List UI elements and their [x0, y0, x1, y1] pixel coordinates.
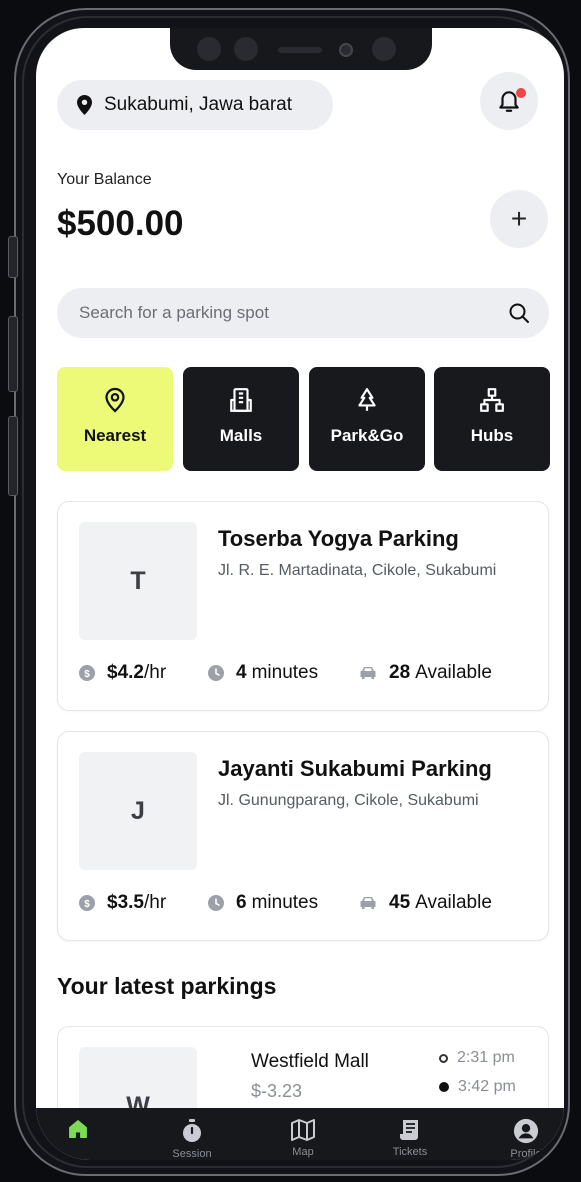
location-pin-icon [77, 95, 92, 115]
parking-spot-card[interactable]: T Toserba Yogya Parking Jl. R. E. Martad… [57, 501, 549, 711]
parking-amount: $-3.23 [251, 1081, 303, 1101]
start-time-value: 2:31 pm [457, 1049, 515, 1066]
parking-spot-card[interactable]: J Jayanti Sukabumi Parking Jl. Gunungpar… [57, 731, 549, 941]
user-icon [513, 1118, 539, 1144]
available-unit: Available [415, 892, 492, 913]
location-label: Sukabumi, Jawa barat [104, 94, 292, 115]
category-park-and-go[interactable]: Park&Go [309, 367, 425, 471]
end-time-value: 3:42 pm [458, 1078, 516, 1095]
category-label: Malls [219, 426, 263, 445]
nav-home[interactable] [46, 1108, 110, 1160]
notifications-button[interactable] [480, 72, 538, 130]
nav-tickets[interactable]: Tickets [378, 1108, 442, 1160]
spot-address: Jl. Gunungparang, Cikole, Sukabumi [218, 792, 479, 809]
search-input[interactable] [77, 302, 507, 324]
spot-thumbnail: T [79, 522, 197, 640]
home-icon [69, 1120, 87, 1138]
notch-speaker [278, 47, 322, 53]
side-button-volume-down [8, 416, 18, 496]
nav-label: Profile [510, 1148, 542, 1160]
nav-profile[interactable]: Profile [494, 1108, 558, 1160]
clock-icon [208, 895, 224, 911]
nav-session[interactable]: Session [160, 1108, 224, 1160]
balance-label: Your Balance [57, 171, 152, 188]
side-button-volume-up [8, 316, 18, 392]
nav-label: Map [292, 1146, 314, 1158]
price-value: $3.5 [107, 892, 144, 913]
category-label: Park&Go [330, 426, 404, 445]
stopwatch-icon [183, 1119, 201, 1142]
nav-label: Tickets [392, 1146, 428, 1158]
svg-text:$: $ [84, 899, 90, 910]
category-label: Hubs [470, 426, 514, 445]
search-bar [57, 288, 549, 338]
receipt-icon [400, 1120, 418, 1140]
balance-amount: $500.00 [57, 204, 184, 243]
spot-thumbnail: J [79, 752, 197, 870]
coin-icon: $ [79, 895, 95, 911]
spot-name: Toserba Yogya Parking [218, 526, 459, 551]
location-pin-icon [105, 387, 125, 413]
notch-sensor [197, 37, 221, 61]
spot-price: $ $3.5/hr [79, 892, 166, 914]
car-icon [360, 897, 376, 909]
app-screen: Sukabumi, Jawa barat Your Balance $500.0… [36, 28, 564, 1160]
spot-price: $ $4.2/hr [79, 662, 166, 684]
dynamic-notch [170, 28, 432, 70]
category-hubs[interactable]: Hubs [434, 367, 550, 471]
spot-availability: 28 Available [359, 662, 492, 684]
start-dot-icon [439, 1053, 448, 1063]
spot-travel-time: 6 minutes [208, 892, 318, 914]
search-icon[interactable] [507, 301, 531, 325]
side-button-mute [8, 236, 18, 278]
category-label: Nearest [83, 426, 147, 445]
category-nearest[interactable]: Nearest [57, 367, 173, 471]
spot-address: Jl. R. E. Martadinata, Cikole, Sukabumi [218, 562, 497, 579]
notch-sensor [234, 37, 258, 61]
parking-name: Westfield Mall [251, 1051, 369, 1072]
start-time: 2:31 pm [439, 1049, 515, 1067]
end-time: 3:42 pm [439, 1078, 516, 1096]
svg-text:$: $ [84, 669, 90, 680]
network-icon [480, 388, 504, 412]
available-value: 28 [389, 662, 411, 683]
notification-badge [516, 88, 526, 98]
price-unit: /hr [143, 662, 167, 683]
car-icon [360, 667, 376, 679]
location-selector[interactable]: Sukabumi, Jawa barat [57, 80, 333, 130]
spot-availability: 45 Available [359, 892, 492, 914]
plus-icon: + [510, 203, 528, 234]
coin-icon: $ [79, 665, 95, 681]
notch-camera [339, 43, 353, 57]
tree-icon [358, 388, 376, 411]
price-value: $4.2 [107, 662, 144, 683]
nav-label: Session [172, 1148, 212, 1160]
bottom-navigation: Session Map Tickets Profile [36, 1108, 564, 1160]
time-unit: minutes [251, 662, 319, 683]
category-malls[interactable]: Malls [183, 367, 299, 471]
price-unit: /hr [143, 892, 167, 913]
time-value: 6 [236, 892, 247, 913]
nav-map[interactable]: Map [271, 1108, 335, 1160]
time-unit: minutes [251, 892, 319, 913]
map-icon [291, 1119, 315, 1141]
end-dot-icon [439, 1082, 449, 1092]
time-value: 4 [236, 662, 247, 683]
available-value: 45 [389, 892, 411, 913]
clock-icon [208, 665, 224, 681]
available-unit: Available [415, 662, 492, 683]
latest-parkings-title: Your latest parkings [57, 973, 277, 999]
building-icon [230, 388, 252, 412]
spot-travel-time: 4 minutes [208, 662, 318, 684]
spot-name: Jayanti Sukabumi Parking [218, 756, 492, 781]
notch-sensor [372, 37, 396, 61]
add-balance-button[interactable]: + [490, 190, 548, 248]
